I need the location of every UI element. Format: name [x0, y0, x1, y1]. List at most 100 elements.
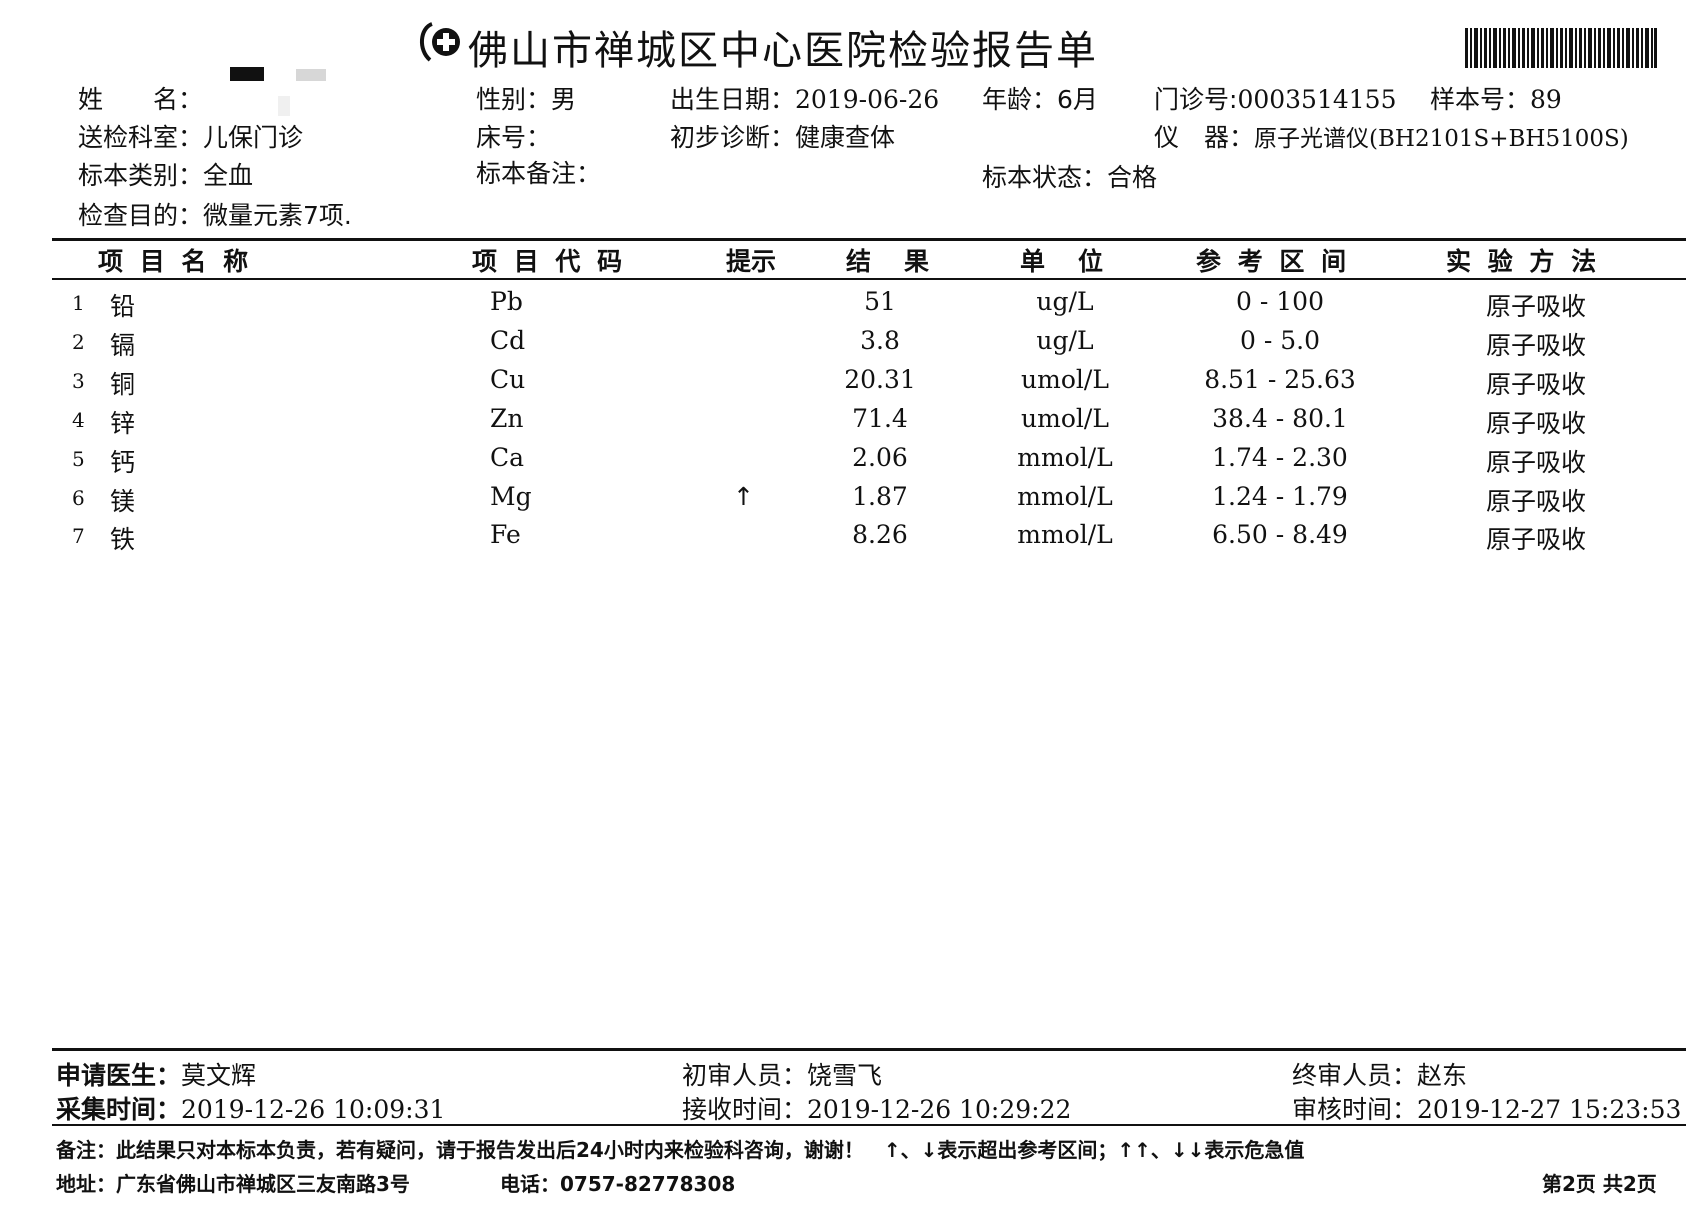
item-unit: mmol/L	[1017, 520, 1113, 549]
row-index: 3	[72, 369, 85, 393]
gender-value: 男	[551, 85, 577, 114]
item-ref-range: 0 - 5.0	[1239, 326, 1320, 355]
specimen-type-value: 全血	[203, 161, 254, 190]
doctor-field: 申请医生：莫文辉	[56, 1056, 256, 1092]
item-unit: ug/L	[1036, 326, 1094, 355]
receive-time-field: 接收时间：2019-12-26 10:29:22	[682, 1090, 1071, 1126]
receive-time-value: 2019-12-26 10:29:22	[807, 1095, 1072, 1124]
item-flag-high-arrow: ↑	[733, 482, 754, 511]
birth-field: 出生日期：2019-06-26	[670, 80, 939, 116]
item-result: 20.31	[844, 365, 916, 394]
item-method: 原子吸收	[1486, 409, 1587, 438]
item-name: 铜	[110, 370, 136, 399]
specimen-note-label: 标本备注：	[476, 159, 602, 188]
col-header-unit: 单 位	[1020, 247, 1108, 276]
bed-label: 床号：	[476, 123, 552, 152]
instrument-label: 仪 器：	[1154, 123, 1255, 152]
table-row: 6 镁 Mg ↑ 1.87 mmol/L 1.24 - 1.79 原子吸收	[0, 482, 1698, 520]
item-name: 锌	[110, 409, 136, 438]
table-top-rule	[52, 238, 1686, 241]
purpose-label: 检查目的：	[78, 201, 204, 230]
name-redaction	[230, 67, 264, 81]
item-name: 铁	[110, 525, 136, 554]
item-method: 原子吸收	[1486, 525, 1587, 554]
table-header-rule	[52, 278, 1686, 280]
reviewer2-label: 终审人员：	[1292, 1061, 1418, 1090]
table-row: 2 镉 Cd 3.8 ug/L 0 - 5.0 原子吸收	[0, 326, 1698, 364]
reviewer1-field: 初审人员：饶雪飞	[682, 1056, 882, 1092]
receive-time-label: 接收时间：	[682, 1095, 808, 1124]
remark-note: 备注：此结果只对本标本负责，若有疑问，请于报告发出后24小时内来检验科咨询，谢谢…	[56, 1138, 1305, 1162]
item-method: 原子吸收	[1486, 370, 1587, 399]
gender-label: 性别：	[476, 85, 552, 114]
doctor-value: 莫文辉	[181, 1061, 257, 1090]
specimen-status-label: 标本状态：	[982, 163, 1108, 192]
diagnosis-field: 初步诊断：健康查体	[670, 118, 895, 154]
item-unit: mmol/L	[1017, 482, 1113, 511]
item-method: 原子吸收	[1486, 331, 1587, 360]
item-result: 1.87	[852, 482, 908, 511]
birth-value: 2019-06-26	[795, 85, 940, 114]
col-header-method: 实 验 方 法	[1446, 247, 1601, 276]
item-code: Ca	[490, 443, 525, 472]
audit-time-field: 审核时间：2019-12-27 15:23:53	[1292, 1090, 1681, 1126]
table-row: 4 锌 Zn 71.4 umol/L 38.4 - 80.1 原子吸收	[0, 404, 1698, 442]
sample-field: 样本号：89	[1430, 80, 1562, 116]
item-ref-range: 38.4 - 80.1	[1212, 404, 1348, 433]
diagnosis-label: 初步诊断：	[670, 123, 796, 152]
item-unit: ug/L	[1036, 287, 1094, 316]
item-result: 71.4	[852, 404, 908, 433]
dept-label: 送检科室：	[78, 123, 204, 152]
item-result: 3.8	[860, 326, 900, 355]
age-value: 6月	[1057, 85, 1098, 114]
col-header-name: 项 目 名 称	[98, 247, 253, 276]
item-code: Zn	[490, 404, 524, 433]
item-name: 镁	[110, 487, 136, 516]
diagnosis-value: 健康查体	[795, 123, 896, 152]
item-code: Fe	[490, 520, 521, 549]
doctor-label: 申请医生：	[56, 1061, 182, 1090]
age-field: 年龄：6月	[982, 80, 1098, 116]
item-result: 51	[864, 287, 896, 316]
collect-time-value: 2019-12-26 10:09:31	[181, 1095, 446, 1124]
clinic-label: 门诊号:	[1154, 85, 1238, 114]
specimen-type-label: 标本类别：	[78, 161, 204, 190]
item-code: Mg	[490, 482, 532, 511]
item-ref-range: 6.50 - 8.49	[1212, 520, 1348, 549]
item-ref-range: 1.74 - 2.30	[1212, 443, 1348, 472]
specimen-status-value: 合格	[1107, 163, 1158, 192]
item-ref-range: 8.51 - 25.63	[1204, 365, 1356, 394]
reviewer1-value: 饶雪飞	[807, 1061, 883, 1090]
audit-time-value: 2019-12-27 15:23:53	[1417, 1095, 1682, 1124]
name-redaction-3	[278, 96, 290, 116]
footer-mid-rule	[52, 1124, 1686, 1126]
name-label: 姓 名：	[78, 85, 204, 114]
item-result: 8.26	[852, 520, 908, 549]
row-index: 2	[72, 330, 85, 354]
item-code: Cu	[490, 365, 526, 394]
row-index: 1	[72, 291, 85, 315]
col-header-code: 项 目 代 码	[472, 247, 627, 276]
specimen-type-field: 标本类别：全血	[78, 156, 253, 192]
specimen-status-field: 标本状态：合格	[982, 158, 1157, 194]
item-ref-range: 0 - 100	[1236, 287, 1324, 316]
item-name: 钙	[110, 448, 136, 477]
hospital-address: 地址：广东省佛山市禅城区三友南路3号	[56, 1172, 410, 1196]
item-unit: mmol/L	[1017, 443, 1113, 472]
reviewer2-value: 赵东	[1417, 1061, 1468, 1090]
dept-value: 儿保门诊	[203, 123, 304, 152]
instrument-field: 仪 器：原子光谱仪(BH2101S+BH5100S)	[1154, 118, 1629, 154]
clinic-value: 0003514155	[1237, 85, 1397, 114]
item-method: 原子吸收	[1486, 487, 1587, 516]
name-redaction-2	[296, 69, 326, 81]
item-unit: umol/L	[1021, 365, 1109, 394]
row-index: 7	[72, 524, 85, 548]
sample-label: 样本号：	[1430, 85, 1531, 114]
barcode-icon	[1465, 28, 1657, 68]
hospital-phone: 电话：0757-82778308	[500, 1172, 736, 1196]
clinic-field: 门诊号:0003514155	[1154, 80, 1397, 116]
table-row: 7 铁 Fe 8.26 mmol/L 6.50 - 8.49 原子吸收	[0, 520, 1698, 558]
collect-time-label: 采集时间：	[56, 1095, 182, 1124]
reviewer1-label: 初审人员：	[682, 1061, 808, 1090]
item-ref-range: 1.24 - 1.79	[1212, 482, 1348, 511]
